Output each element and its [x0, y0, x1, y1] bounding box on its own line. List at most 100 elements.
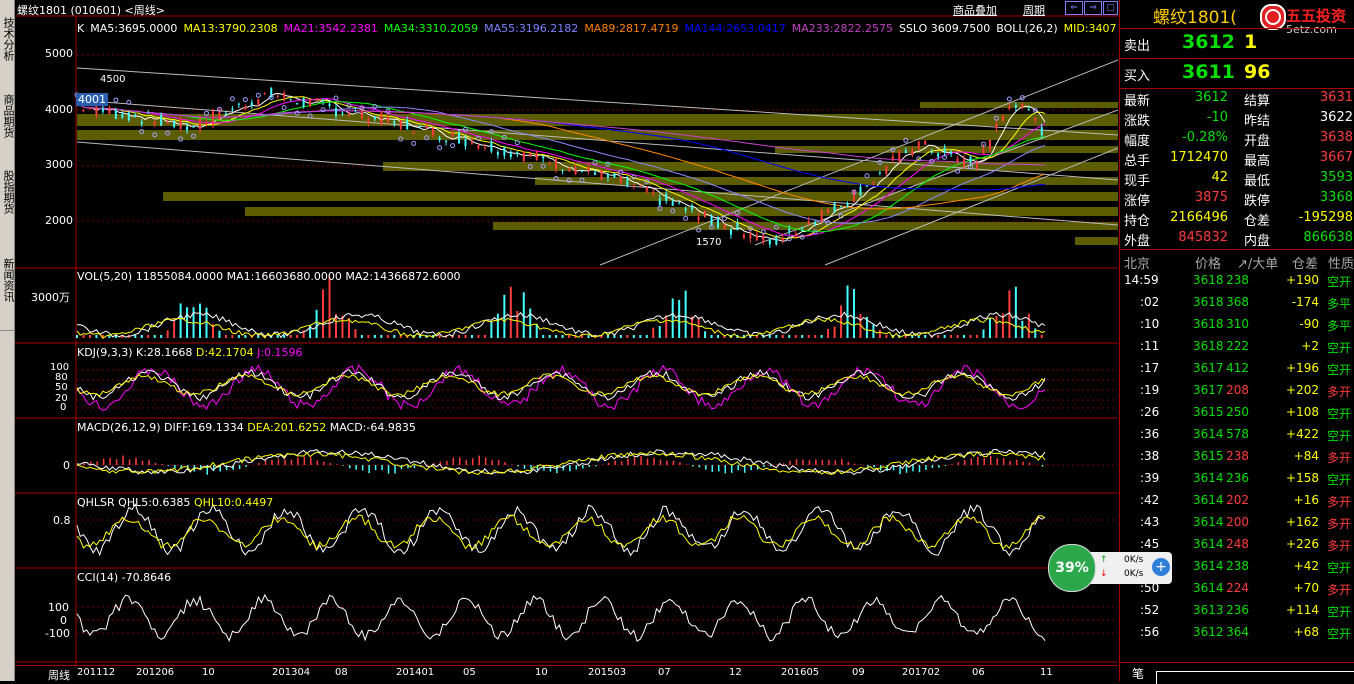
tab-index-futures[interactable]: 股指期货	[0, 154, 14, 231]
macd-bar	[692, 465, 694, 466]
ma-item: SSLO 3609.7500	[899, 22, 990, 35]
volume-bar	[970, 335, 972, 338]
tick-row[interactable]: :19 3617 208 +202 多开	[1120, 380, 1354, 402]
tab-technical-analysis[interactable]: 技术分析	[0, 0, 14, 79]
tick-row[interactable]: :10 3618 310 -90 多平	[1120, 314, 1354, 336]
tick-price: 3614	[1193, 427, 1224, 441]
tick-row[interactable]: :36 3614 578 +422 空开	[1120, 424, 1354, 446]
candle-body	[89, 108, 91, 109]
buy-row[interactable]: 买入 3611 96	[1120, 58, 1354, 89]
sar-dot	[1007, 97, 1011, 101]
quote-row: 总手 1712470 最高 3667	[1120, 150, 1354, 170]
arrows-right-icon[interactable]: ⇒	[1084, 1, 1102, 15]
volume-bar	[471, 335, 473, 338]
chart-area[interactable]: 螺纹1801 (010601) <周线> 商品叠加 周期 ⇐ ⇒ ▢ KMA5:…	[15, 0, 1118, 665]
tick-row[interactable]: :11 3618 222 +2 空开	[1120, 336, 1354, 358]
tick-row[interactable]: :38 3615 238 +84 多开	[1120, 446, 1354, 468]
arrows-left-icon[interactable]: ⇐	[1065, 1, 1083, 15]
candle-body	[756, 235, 758, 241]
volume-bar	[989, 318, 991, 338]
tick-time: :52	[1140, 603, 1159, 617]
candle-body	[620, 176, 622, 182]
candle-body	[795, 234, 797, 237]
volume-profile-bands	[77, 102, 1118, 245]
x-tick: 05	[463, 667, 476, 678]
tick-row[interactable]: :39 3614 236 +158 空开	[1120, 468, 1354, 490]
macd-bar	[873, 465, 875, 468]
window-icon[interactable]: ▢	[1103, 1, 1118, 15]
ma-item: BOLL(26,2)	[996, 22, 1057, 35]
macd-item: MACD:-64.9835	[330, 421, 416, 434]
volume-bar	[976, 335, 978, 338]
chart-svg[interactable]	[15, 0, 1118, 665]
quote-value: 3368	[1320, 190, 1353, 205]
tick-nature: 空开	[1327, 427, 1351, 444]
candle-body	[244, 107, 246, 110]
volume-bar	[134, 335, 136, 338]
macd-bar	[465, 460, 467, 465]
kdj-k	[77, 370, 1045, 401]
volume-bar	[568, 335, 570, 338]
candle-body	[329, 104, 331, 106]
candle-body	[354, 111, 356, 112]
candle-body	[490, 142, 492, 152]
tick-row[interactable]: :17 3617 412 +196 空开	[1120, 358, 1354, 380]
macd-bar	[414, 465, 416, 468]
candle-body	[1021, 103, 1023, 107]
ma-item: MA5:3695.0000	[90, 22, 177, 35]
macd-bar	[317, 461, 319, 465]
candle-body	[568, 170, 570, 171]
tick-row[interactable]: :42 3614 202 +16 多开	[1120, 490, 1354, 512]
candle-body	[186, 127, 188, 131]
tick-row[interactable]: :43 3614 200 +162 多开	[1120, 512, 1354, 534]
candle-body	[924, 141, 926, 145]
volume-bar	[387, 335, 389, 338]
tick-volume: 578	[1226, 427, 1249, 441]
macd-bar	[310, 457, 312, 465]
tab-news[interactable]: 新闻资讯	[0, 230, 14, 331]
tick-list[interactable]: 14:59 3618 238 +190 空开:02 3618 368 -174 …	[1120, 270, 1354, 660]
tick-row[interactable]: :56 3612 364 +68 空开	[1120, 622, 1354, 644]
quote-label: 持仓	[1124, 210, 1150, 229]
x-tick: 201112	[77, 667, 115, 678]
x-tick: 201304	[272, 667, 310, 678]
macd-bar	[394, 465, 396, 474]
pane-grid	[15, 16, 1118, 665]
quote-value: 3638	[1320, 130, 1353, 145]
quote-label: 结算	[1244, 90, 1270, 109]
product-overlay-button[interactable]: 商品叠加	[953, 2, 997, 18]
volume-bar	[782, 335, 784, 338]
volume-bar	[1041, 335, 1043, 338]
macd-bar	[841, 459, 843, 465]
network-speed-widget[interactable]: 39% ↑ 0K/s ↓ 0K/s +	[1048, 544, 1172, 592]
candle-body	[141, 122, 143, 124]
volume-bar	[1015, 287, 1017, 338]
tick-row[interactable]: :26 3615 250 +108 空开	[1120, 402, 1354, 424]
sell-row[interactable]: 卖出 3612 1	[1120, 28, 1354, 59]
candle-body	[814, 222, 816, 224]
macd-bar	[971, 458, 973, 465]
candle-body	[322, 100, 324, 102]
candle-body	[341, 113, 343, 114]
tick-price: 3613	[1193, 603, 1224, 617]
volume-bar	[885, 335, 887, 338]
tick-row[interactable]: 14:59 3618 238 +190 空开	[1120, 270, 1354, 292]
tab-commodity-futures[interactable]: 商品期货	[0, 78, 14, 155]
candle-body	[251, 102, 253, 106]
volume-bar	[633, 335, 635, 338]
volume-bar	[341, 316, 343, 338]
period-button[interactable]: 周期	[1023, 2, 1045, 18]
volume-bar	[795, 335, 797, 338]
candle-body	[834, 203, 836, 212]
candle-body	[516, 153, 518, 155]
candle-body	[128, 112, 130, 120]
macd-bar	[673, 461, 675, 465]
tick-price: 3614	[1193, 515, 1224, 529]
tick-row[interactable]: :02 3618 368 -174 多平	[1120, 292, 1354, 314]
add-icon[interactable]: +	[1152, 558, 1170, 576]
volume-bar	[218, 331, 220, 338]
tick-price: 3614	[1193, 493, 1224, 507]
tick-volume: 200	[1226, 515, 1249, 529]
tab-ticks[interactable]: 笔	[1132, 665, 1144, 682]
tick-row[interactable]: :52 3613 236 +114 空开	[1120, 600, 1354, 622]
